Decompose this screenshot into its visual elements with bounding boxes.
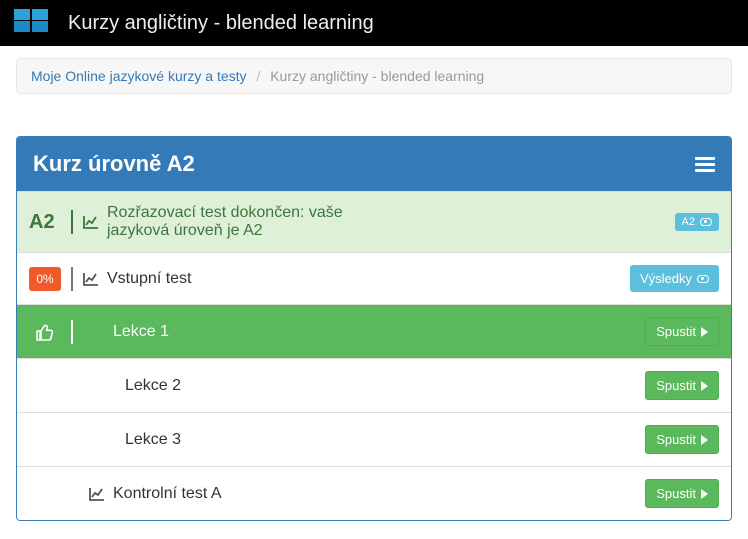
breadcrumb-current: Kurzy angličtiny - blended learning [270,68,484,84]
entry-test-label: Vstupní test [107,270,192,288]
play-icon [701,489,708,499]
start-lesson-2-button[interactable]: Spustit [645,371,719,400]
start-lesson-1-button[interactable]: Spustit [645,317,719,346]
view-level-button[interactable]: A2 [675,213,719,231]
topbar: Kurzy angličtiny - blended learning [0,0,748,46]
play-icon [701,435,708,445]
placement-test-row: A2 Rozřazovací test dokončen: vaše jazyk… [17,191,731,252]
divider [71,210,73,234]
start-test-a-button[interactable]: Spustit [645,479,719,508]
lesson-2-label: Lekce 2 [125,377,181,395]
divider [71,267,73,291]
lesson-3-row[interactable]: Lekce 3 Spustit [17,412,731,466]
breadcrumb: Moje Online jazykové kurzy a testy / Kur… [16,58,732,94]
breadcrumb-home-link[interactable]: Moje Online jazykové kurzy a testy [31,68,247,84]
progress-badge: 0% [29,267,61,291]
chart-icon [83,215,99,229]
breadcrumb-container: Moje Online jazykové kurzy a testy / Kur… [0,46,748,102]
breadcrumb-separator: / [250,68,266,84]
eye-icon [697,275,709,283]
lesson-3-label: Lekce 3 [125,431,181,449]
results-button[interactable]: Výsledky [630,265,719,292]
eye-icon [700,218,712,226]
course-panel: Kurz úrovně A2 A2 Rozřazovací test dokon… [16,136,732,521]
thumbs-up-icon [29,322,61,342]
play-icon [701,327,708,337]
lesson-2-row[interactable]: Lekce 2 Spustit [17,358,731,412]
chart-icon [89,487,105,501]
topbar-title: Kurzy angličtiny - blended learning [68,12,374,35]
panel-heading: Kurz úrovně A2 [17,137,731,191]
start-lesson-3-button[interactable]: Spustit [645,425,719,454]
divider [71,320,73,344]
level-badge: A2 [29,211,61,234]
panel-title: Kurz úrovně A2 [33,151,195,177]
control-test-a-label: Kontrolní test A [113,485,222,503]
play-icon [701,381,708,391]
lesson-1-label: Lekce 1 [113,323,169,341]
lesson-1-row[interactable]: Lekce 1 Spustit [17,304,731,358]
entry-test-row: 0% Vstupní test Výsledky [17,252,731,304]
placement-test-label: Rozřazovací test dokončen: vaše jazyková… [107,204,379,240]
panel-menu-icon[interactable] [695,154,715,175]
chart-icon [83,272,99,286]
app-logo[interactable] [14,9,50,37]
control-test-a-row[interactable]: Kontrolní test A Spustit [17,466,731,520]
